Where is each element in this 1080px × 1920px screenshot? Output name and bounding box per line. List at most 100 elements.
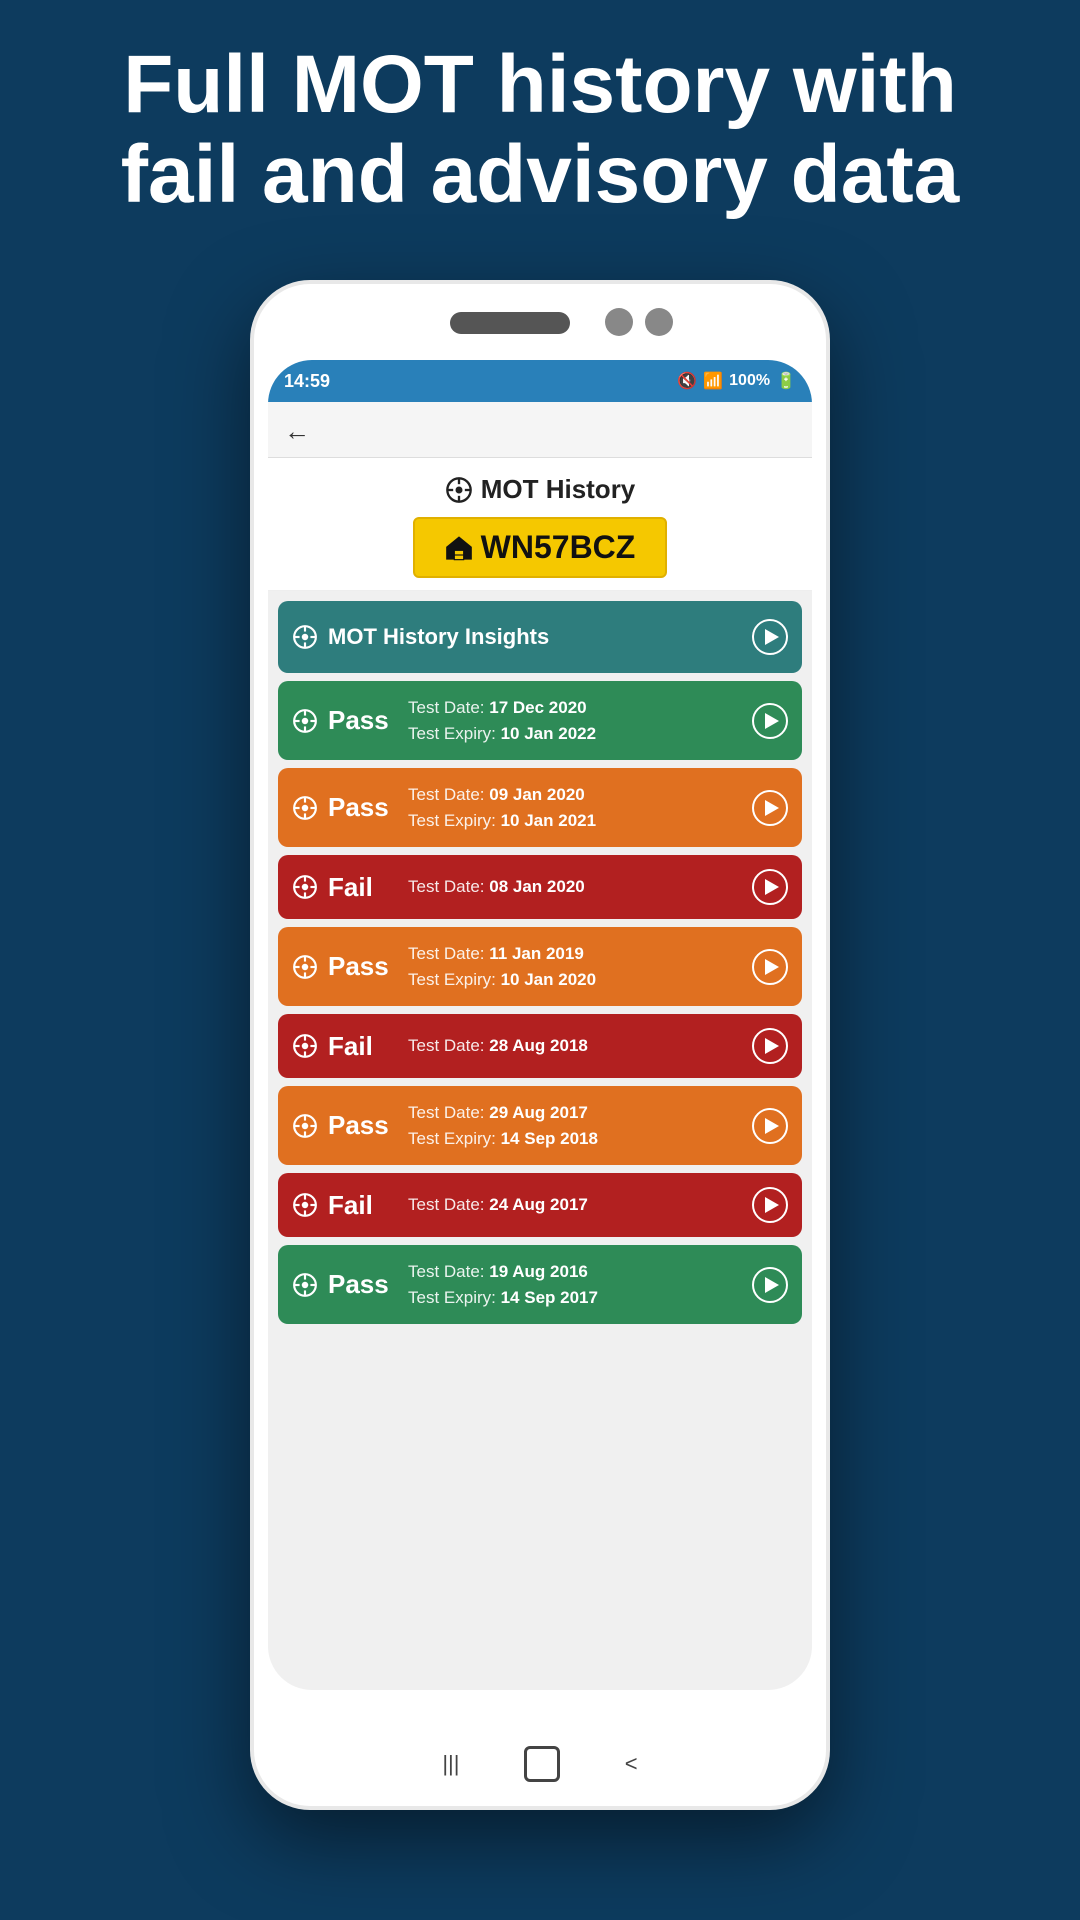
mot-row-left-1: Pass Test Date: 09 Jan 2020 Test Expiry:… — [292, 782, 596, 833]
mot-row-play-5[interactable] — [752, 1108, 788, 1144]
app-header: ← — [268, 402, 812, 458]
mot-row-left-4: Fail Test Date: 28 Aug 2018 — [292, 1031, 588, 1062]
mot-row-left-5: Pass Test Date: 29 Aug 2017 Test Expiry:… — [292, 1100, 598, 1151]
mot-row-6[interactable]: Fail Test Date: 24 Aug 2017 — [278, 1173, 802, 1237]
mot-row-icon — [292, 1033, 318, 1059]
mot-row-4[interactable]: Fail Test Date: 28 Aug 2018 — [278, 1014, 802, 1078]
camera-dot-2 — [645, 308, 673, 336]
mot-row-play-2[interactable] — [752, 869, 788, 905]
mot-row-icon — [292, 1272, 318, 1298]
mot-result-4: Fail — [328, 1031, 398, 1062]
page-title: MOT History — [284, 474, 796, 505]
mot-row-0[interactable]: Pass Test Date: 17 Dec 2020 Test Expiry:… — [278, 681, 802, 760]
status-bar: 14:59 🔇 📶 100% 🔋 — [268, 360, 812, 402]
screen: 14:59 🔇 📶 100% 🔋 ← — [268, 360, 812, 1690]
mot-dates-5: Test Date: 29 Aug 2017 Test Expiry: 14 S… — [408, 1100, 598, 1151]
battery-icon: 🔋 — [776, 371, 796, 391]
mot-dates-4: Test Date: 28 Aug 2018 — [408, 1033, 588, 1059]
mot-expiry-7: Test Expiry: 14 Sep 2017 — [408, 1285, 598, 1311]
mot-row-play-0[interactable] — [752, 703, 788, 739]
mot-dates-6: Test Date: 24 Aug 2017 — [408, 1192, 588, 1218]
play-triangle-1 — [765, 800, 779, 816]
mot-row-left-7: Pass Test Date: 19 Aug 2016 Test Expiry:… — [292, 1259, 598, 1310]
mot-dates-2: Test Date: 08 Jan 2020 — [408, 874, 585, 900]
home-bar: ||| < — [410, 1746, 670, 1782]
mot-row-1[interactable]: Pass Test Date: 09 Jan 2020 Test Expiry:… — [278, 768, 802, 847]
battery-text: 100% — [729, 372, 770, 390]
home-bar-back: < — [625, 1751, 638, 1777]
mot-row-left-2: Fail Test Date: 08 Jan 2020 — [292, 872, 585, 903]
mot-test-date-6: Test Date: 24 Aug 2017 — [408, 1192, 588, 1218]
mot-result-6: Fail — [328, 1190, 398, 1221]
mot-row-play-3[interactable] — [752, 949, 788, 985]
mot-test-date-1: Test Date: 09 Jan 2020 — [408, 782, 596, 808]
headline: Full MOT history with fail and advisory … — [60, 40, 1020, 220]
play-triangle-4 — [765, 1038, 779, 1054]
status-time: 14:59 — [284, 371, 330, 392]
mot-result-0: Pass — [328, 705, 398, 736]
mot-test-date-5: Test Date: 29 Aug 2017 — [408, 1100, 598, 1126]
mot-expiry-1: Test Expiry: 10 Jan 2021 — [408, 808, 596, 834]
mot-result-3: Pass — [328, 951, 398, 982]
mot-row-play-7[interactable] — [752, 1267, 788, 1303]
headline-line2: fail and advisory data — [121, 129, 960, 220]
mute-icon: 🔇 — [677, 371, 697, 391]
mot-row-icon — [292, 1113, 318, 1139]
mot-test-date-4: Test Date: 28 Aug 2018 — [408, 1033, 588, 1059]
mot-test-date-3: Test Date: 11 Jan 2019 — [408, 941, 596, 967]
wifi-icon: 📶 — [703, 371, 723, 391]
mot-result-2: Fail — [328, 872, 398, 903]
mot-row-icon — [292, 954, 318, 980]
play-triangle-0 — [765, 713, 779, 729]
mot-expiry-0: Test Expiry: 10 Jan 2022 — [408, 721, 596, 747]
play-triangle-5 — [765, 1118, 779, 1134]
mot-row-left-6: Fail Test Date: 24 Aug 2017 — [292, 1190, 588, 1221]
camera-dot-1 — [605, 308, 633, 336]
insights-left: MOT History Insights — [292, 624, 549, 650]
mot-row-icon — [292, 708, 318, 734]
insights-label: MOT History Insights — [328, 624, 549, 650]
play-triangle-7 — [765, 1277, 779, 1293]
back-button[interactable]: ← — [284, 416, 310, 446]
insights-icon — [292, 624, 318, 650]
mot-dates-1: Test Date: 09 Jan 2020 Test Expiry: 10 J… — [408, 782, 596, 833]
mot-title-icon — [445, 476, 473, 504]
mot-row-left-0: Pass Test Date: 17 Dec 2020 Test Expiry:… — [292, 695, 596, 746]
mot-row-icon — [292, 795, 318, 821]
mot-expiry-5: Test Expiry: 14 Sep 2018 — [408, 1126, 598, 1152]
mot-row-5[interactable]: Pass Test Date: 29 Aug 2017 Test Expiry:… — [278, 1086, 802, 1165]
camera — [605, 308, 673, 336]
headline-line1: Full MOT history with — [123, 39, 957, 130]
mot-dates-3: Test Date: 11 Jan 2019 Test Expiry: 10 J… — [408, 941, 596, 992]
mot-row-play-6[interactable] — [752, 1187, 788, 1223]
play-triangle-2 — [765, 879, 779, 895]
mot-row-play-1[interactable] — [752, 790, 788, 826]
insights-row[interactable]: MOT History Insights — [278, 601, 802, 673]
home-bar-lines: ||| — [442, 1751, 459, 1777]
content-list: MOT History Insights Pass Test Date: — [268, 591, 812, 1690]
play-triangle-6 — [765, 1197, 779, 1213]
mot-result-7: Pass — [328, 1269, 398, 1300]
play-triangle-3 — [765, 959, 779, 975]
mot-dates-7: Test Date: 19 Aug 2016 Test Expiry: 14 S… — [408, 1259, 598, 1310]
mot-dates-0: Test Date: 17 Dec 2020 Test Expiry: 10 J… — [408, 695, 596, 746]
mot-row-left-3: Pass Test Date: 11 Jan 2019 Test Expiry:… — [292, 941, 596, 992]
mot-row-icon — [292, 874, 318, 900]
play-icon — [765, 629, 779, 645]
mot-row-2[interactable]: Fail Test Date: 08 Jan 2020 — [278, 855, 802, 919]
title-section: MOT History WN57BCZ — [268, 458, 812, 591]
mot-row-7[interactable]: Pass Test Date: 19 Aug 2016 Test Expiry:… — [278, 1245, 802, 1324]
mot-records-container: Pass Test Date: 17 Dec 2020 Test Expiry:… — [278, 681, 802, 1332]
insights-play-button[interactable] — [752, 619, 788, 655]
speaker — [450, 312, 570, 334]
reg-plate: WN57BCZ — [413, 517, 668, 578]
status-icons: 🔇 📶 100% 🔋 — [677, 371, 796, 391]
mot-result-1: Pass — [328, 792, 398, 823]
home-bar-circle — [524, 1746, 560, 1782]
mot-row-play-4[interactable] — [752, 1028, 788, 1064]
mot-expiry-3: Test Expiry: 10 Jan 2020 — [408, 967, 596, 993]
garage-icon — [445, 534, 473, 562]
mot-row-3[interactable]: Pass Test Date: 11 Jan 2019 Test Expiry:… — [278, 927, 802, 1006]
mot-result-5: Pass — [328, 1110, 398, 1141]
mot-test-date-2: Test Date: 08 Jan 2020 — [408, 874, 585, 900]
